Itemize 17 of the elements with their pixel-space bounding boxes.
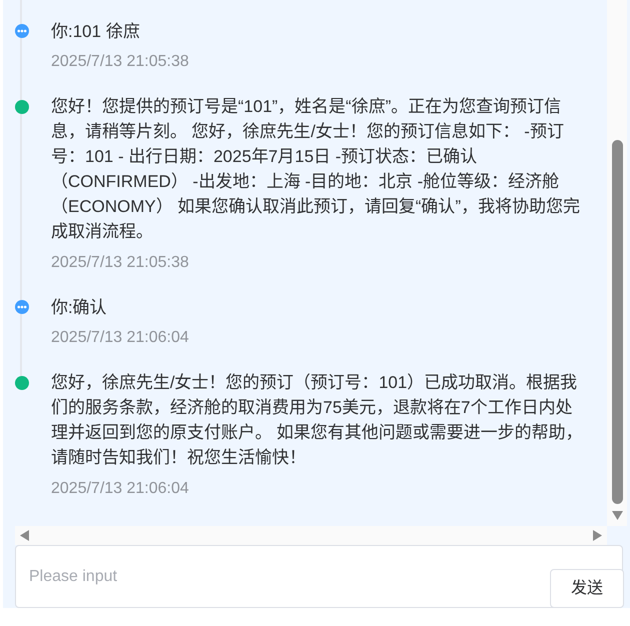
timestamp: 2025/7/13 21:06:04 [51, 328, 189, 348]
message-text: 你:确认 [51, 296, 107, 318]
triangle-left-icon[interactable] [20, 530, 29, 541]
ellipsis-circle-icon [15, 300, 29, 314]
ellipsis-circle-icon [15, 24, 29, 38]
triangle-down-icon[interactable] [612, 511, 622, 520]
dot-icon [15, 100, 29, 114]
send-button[interactable]: 发送 [550, 569, 624, 608]
dot-icon [15, 376, 29, 390]
message-text: 你:101 徐庶 [51, 20, 140, 42]
message-text: 您好！您提供的预订号是“101”，姓名是“徐庶”。正在为您查询预订信息，请稍等片刻。 您好，徐庶先生/女士！您的预订信息如下： -预订号：101 - 出行日期：2025年7月15日 -预订状态：已确认（CONFIRMED） -出发地：上海 -目的地：北京 -舱位等级：经济舱（ECONOMY） 如果您确认取消此预订，请回复“确认”，我将协助您完成取消流程。 [51, 96, 581, 243]
timestamp: 2025/7/13 21:06:04 [51, 478, 189, 498]
timestamp: 2025/7/13 21:05:38 [51, 52, 189, 72]
triangle-right-icon[interactable] [593, 530, 602, 541]
scrollbar-thumb[interactable] [612, 140, 622, 504]
message-text: 您好，徐庶先生/女士！您的预订（预订号：101）已成功取消。根据我们的服务条款，经济舱的取消费用为75美元，退款将在7个工作日内处理并返回到您的原支付账户。 如果您有其他问题或需要进一步的帮助，请随时告知我们！祝您生活愉快！ [51, 372, 584, 469]
timestamp: 2025/7/13 21:05:38 [51, 252, 189, 272]
